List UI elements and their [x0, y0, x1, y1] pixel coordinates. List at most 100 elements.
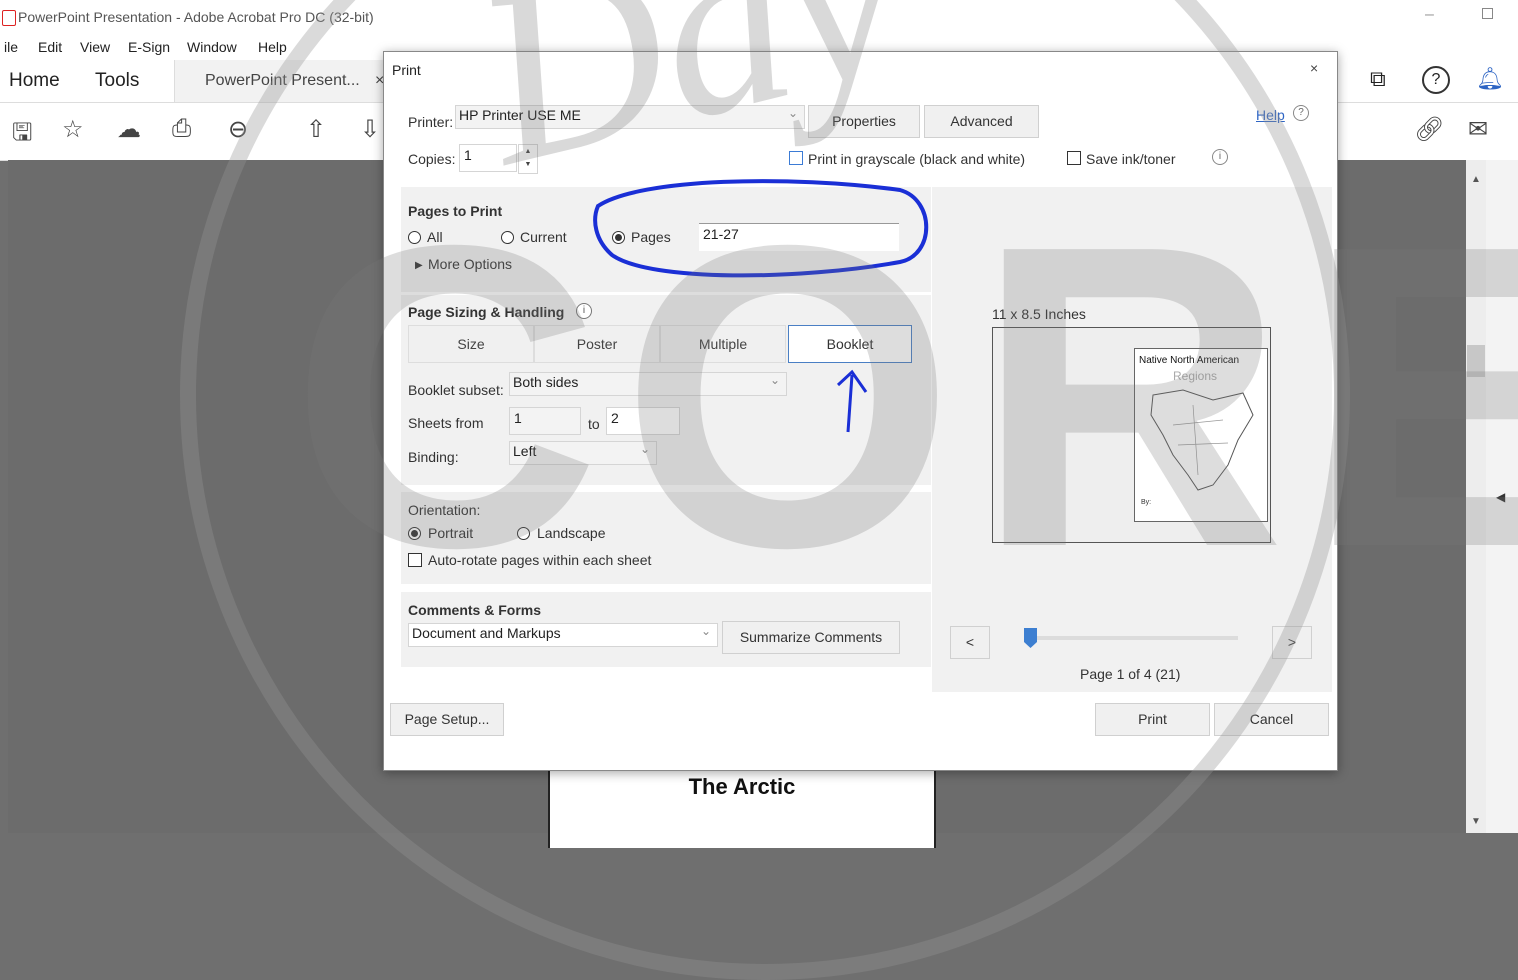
- menu-edit[interactable]: Edit: [38, 39, 62, 55]
- star-icon[interactable]: ☆: [62, 115, 84, 144]
- menu-help[interactable]: Help: [258, 39, 287, 55]
- summarize-comments-button[interactable]: Summarize Comments: [722, 621, 900, 654]
- tab-home[interactable]: Home: [9, 70, 60, 92]
- page-up-icon[interactable]: ⇧: [306, 115, 326, 144]
- grayscale-checkbox[interactable]: [789, 151, 803, 165]
- radio-portrait[interactable]: [408, 527, 421, 540]
- collapse-panel-icon[interactable]: ◀: [1496, 490, 1505, 504]
- tab-booklet[interactable]: Booklet: [788, 325, 912, 363]
- sheets-to-input[interactable]: 2: [606, 407, 680, 435]
- auto-rotate-checkbox[interactable]: [408, 553, 422, 567]
- booklet-subset-label: Booklet subset:: [408, 382, 504, 398]
- sheets-from-label: Sheets from: [408, 415, 484, 431]
- sheets-from-value: 1: [514, 410, 522, 426]
- properties-button[interactable]: Properties: [808, 105, 920, 138]
- radio-all-label: All: [427, 229, 443, 245]
- radio-all[interactable]: [408, 231, 421, 244]
- menu-file[interactable]: ile: [4, 39, 18, 55]
- preview-page-by: By:: [1141, 499, 1152, 506]
- help-icon[interactable]: ?: [1293, 105, 1309, 121]
- scroll-up-icon[interactable]: ▲: [1471, 174, 1481, 185]
- pages-range-input[interactable]: 21-27: [699, 223, 899, 251]
- zoom-out-icon[interactable]: ⊖: [228, 115, 248, 144]
- tab-document[interactable]: PowerPoint Present... ×: [174, 60, 395, 102]
- tab-size[interactable]: Size: [408, 325, 534, 363]
- menu-view[interactable]: View: [80, 39, 110, 55]
- sheets-to-value: 2: [611, 410, 619, 426]
- pages-range-value: 21-27: [703, 226, 739, 242]
- printer-select[interactable]: HP Printer USE ME ⌄: [455, 105, 805, 129]
- sheets-from-input[interactable]: 1: [509, 407, 581, 435]
- radio-landscape-label: Landscape: [537, 525, 606, 541]
- cancel-button[interactable]: Cancel: [1214, 703, 1329, 736]
- tab-poster[interactable]: Poster: [534, 325, 660, 363]
- orientation-section: Orientation: Portrait Landscape Auto-rot…: [401, 492, 931, 584]
- radio-pages[interactable]: [612, 231, 625, 244]
- pages-to-print-section: Pages to Print All Current Pages 21-27 ▶…: [401, 187, 931, 292]
- north-america-map: [1150, 389, 1254, 491]
- chevron-down-icon: ⌄: [639, 442, 650, 456]
- comments-heading: Comments & Forms: [408, 602, 542, 618]
- prev-page-button[interactable]: <: [950, 626, 990, 659]
- tab-tools[interactable]: Tools: [95, 70, 139, 92]
- print-icon[interactable]: ⎙: [172, 115, 191, 143]
- acrobat-icon: [2, 10, 16, 26]
- info-icon[interactable]: i: [1212, 149, 1228, 165]
- comments-value: Document and Markups: [412, 625, 561, 641]
- notification-bell-icon[interactable]: 🔔︎: [1476, 66, 1504, 92]
- radio-current[interactable]: [501, 231, 514, 244]
- print-preview: Native North American Regions By:: [992, 327, 1271, 543]
- save-ink-label: Save ink/toner: [1086, 151, 1176, 167]
- radio-current-label: Current: [520, 229, 567, 245]
- help-icon[interactable]: ?: [1422, 66, 1450, 94]
- right-pane-toggle[interactable]: ◀: [1486, 160, 1518, 833]
- radio-portrait-label: Portrait: [428, 525, 474, 541]
- binding-select[interactable]: Left ⌄: [509, 441, 657, 465]
- printer-label: Printer:: [408, 114, 454, 130]
- scrollbar-thumb[interactable]: [1467, 345, 1485, 377]
- expand-triangle-icon[interactable]: ▶: [415, 260, 423, 271]
- vertical-scrollbar[interactable]: ▲ ▼: [1466, 160, 1486, 833]
- binding-value: Left: [513, 443, 537, 459]
- page-down-icon[interactable]: ⇩: [360, 115, 380, 144]
- maximize-button[interactable]: [1482, 8, 1493, 19]
- copies-value: 1: [464, 147, 472, 163]
- radio-landscape[interactable]: [517, 527, 530, 540]
- save-ink-checkbox[interactable]: [1067, 151, 1081, 165]
- booklet-subset-select[interactable]: Both sides ⌄: [509, 372, 787, 396]
- print-button[interactable]: Print: [1095, 703, 1210, 736]
- page-sizing-heading: Page Sizing & Handling: [408, 304, 565, 320]
- mail-icon[interactable]: ✉: [1468, 115, 1488, 144]
- share-screen-icon[interactable]: ⧉: [1370, 66, 1386, 92]
- tab-document-label: PowerPoint Present...: [205, 72, 360, 89]
- page-slider-track[interactable]: [1024, 636, 1238, 640]
- document-page: The Arctic: [548, 768, 936, 848]
- grayscale-label: Print in grayscale (black and white): [808, 151, 1026, 167]
- minimize-button[interactable]: –: [1425, 6, 1434, 24]
- comments-select[interactable]: Document and Markups ⌄: [408, 623, 718, 647]
- dialog-close-button[interactable]: ×: [1310, 60, 1318, 76]
- menu-window[interactable]: Window: [187, 39, 237, 55]
- advanced-button[interactable]: Advanced: [924, 105, 1039, 138]
- tab-multiple[interactable]: Multiple: [660, 325, 786, 363]
- binding-label: Binding:: [408, 449, 459, 465]
- page-setup-button[interactable]: Page Setup...: [390, 703, 504, 736]
- menu-esign[interactable]: E-Sign: [128, 39, 170, 55]
- upload-cloud-icon[interactable]: ☁: [117, 115, 141, 144]
- link-share-icon[interactable]: 🔗︎: [1414, 115, 1444, 144]
- more-options-toggle[interactable]: More Options: [428, 256, 512, 272]
- help-link[interactable]: Help: [1256, 107, 1285, 123]
- pages-to-print-heading: Pages to Print: [408, 203, 503, 219]
- next-page-button[interactable]: >: [1272, 626, 1312, 659]
- save-icon[interactable]: 🖫: [12, 115, 32, 156]
- sheets-to-label: to: [588, 416, 600, 432]
- copies-stepper[interactable]: ▲ ▼: [518, 144, 538, 174]
- chevron-down-icon: ⌄: [700, 624, 711, 638]
- info-icon[interactable]: i: [576, 303, 592, 319]
- preview-page: Native North American Regions By:: [1134, 348, 1268, 522]
- scroll-down-icon[interactable]: ▼: [1471, 816, 1481, 827]
- print-dialog: Print × Printer: HP Printer USE ME ⌄ Pro…: [383, 51, 1338, 771]
- orientation-heading: Orientation:: [408, 502, 481, 518]
- chevron-down-icon: ⌄: [787, 106, 798, 120]
- copies-input[interactable]: 1: [459, 144, 517, 172]
